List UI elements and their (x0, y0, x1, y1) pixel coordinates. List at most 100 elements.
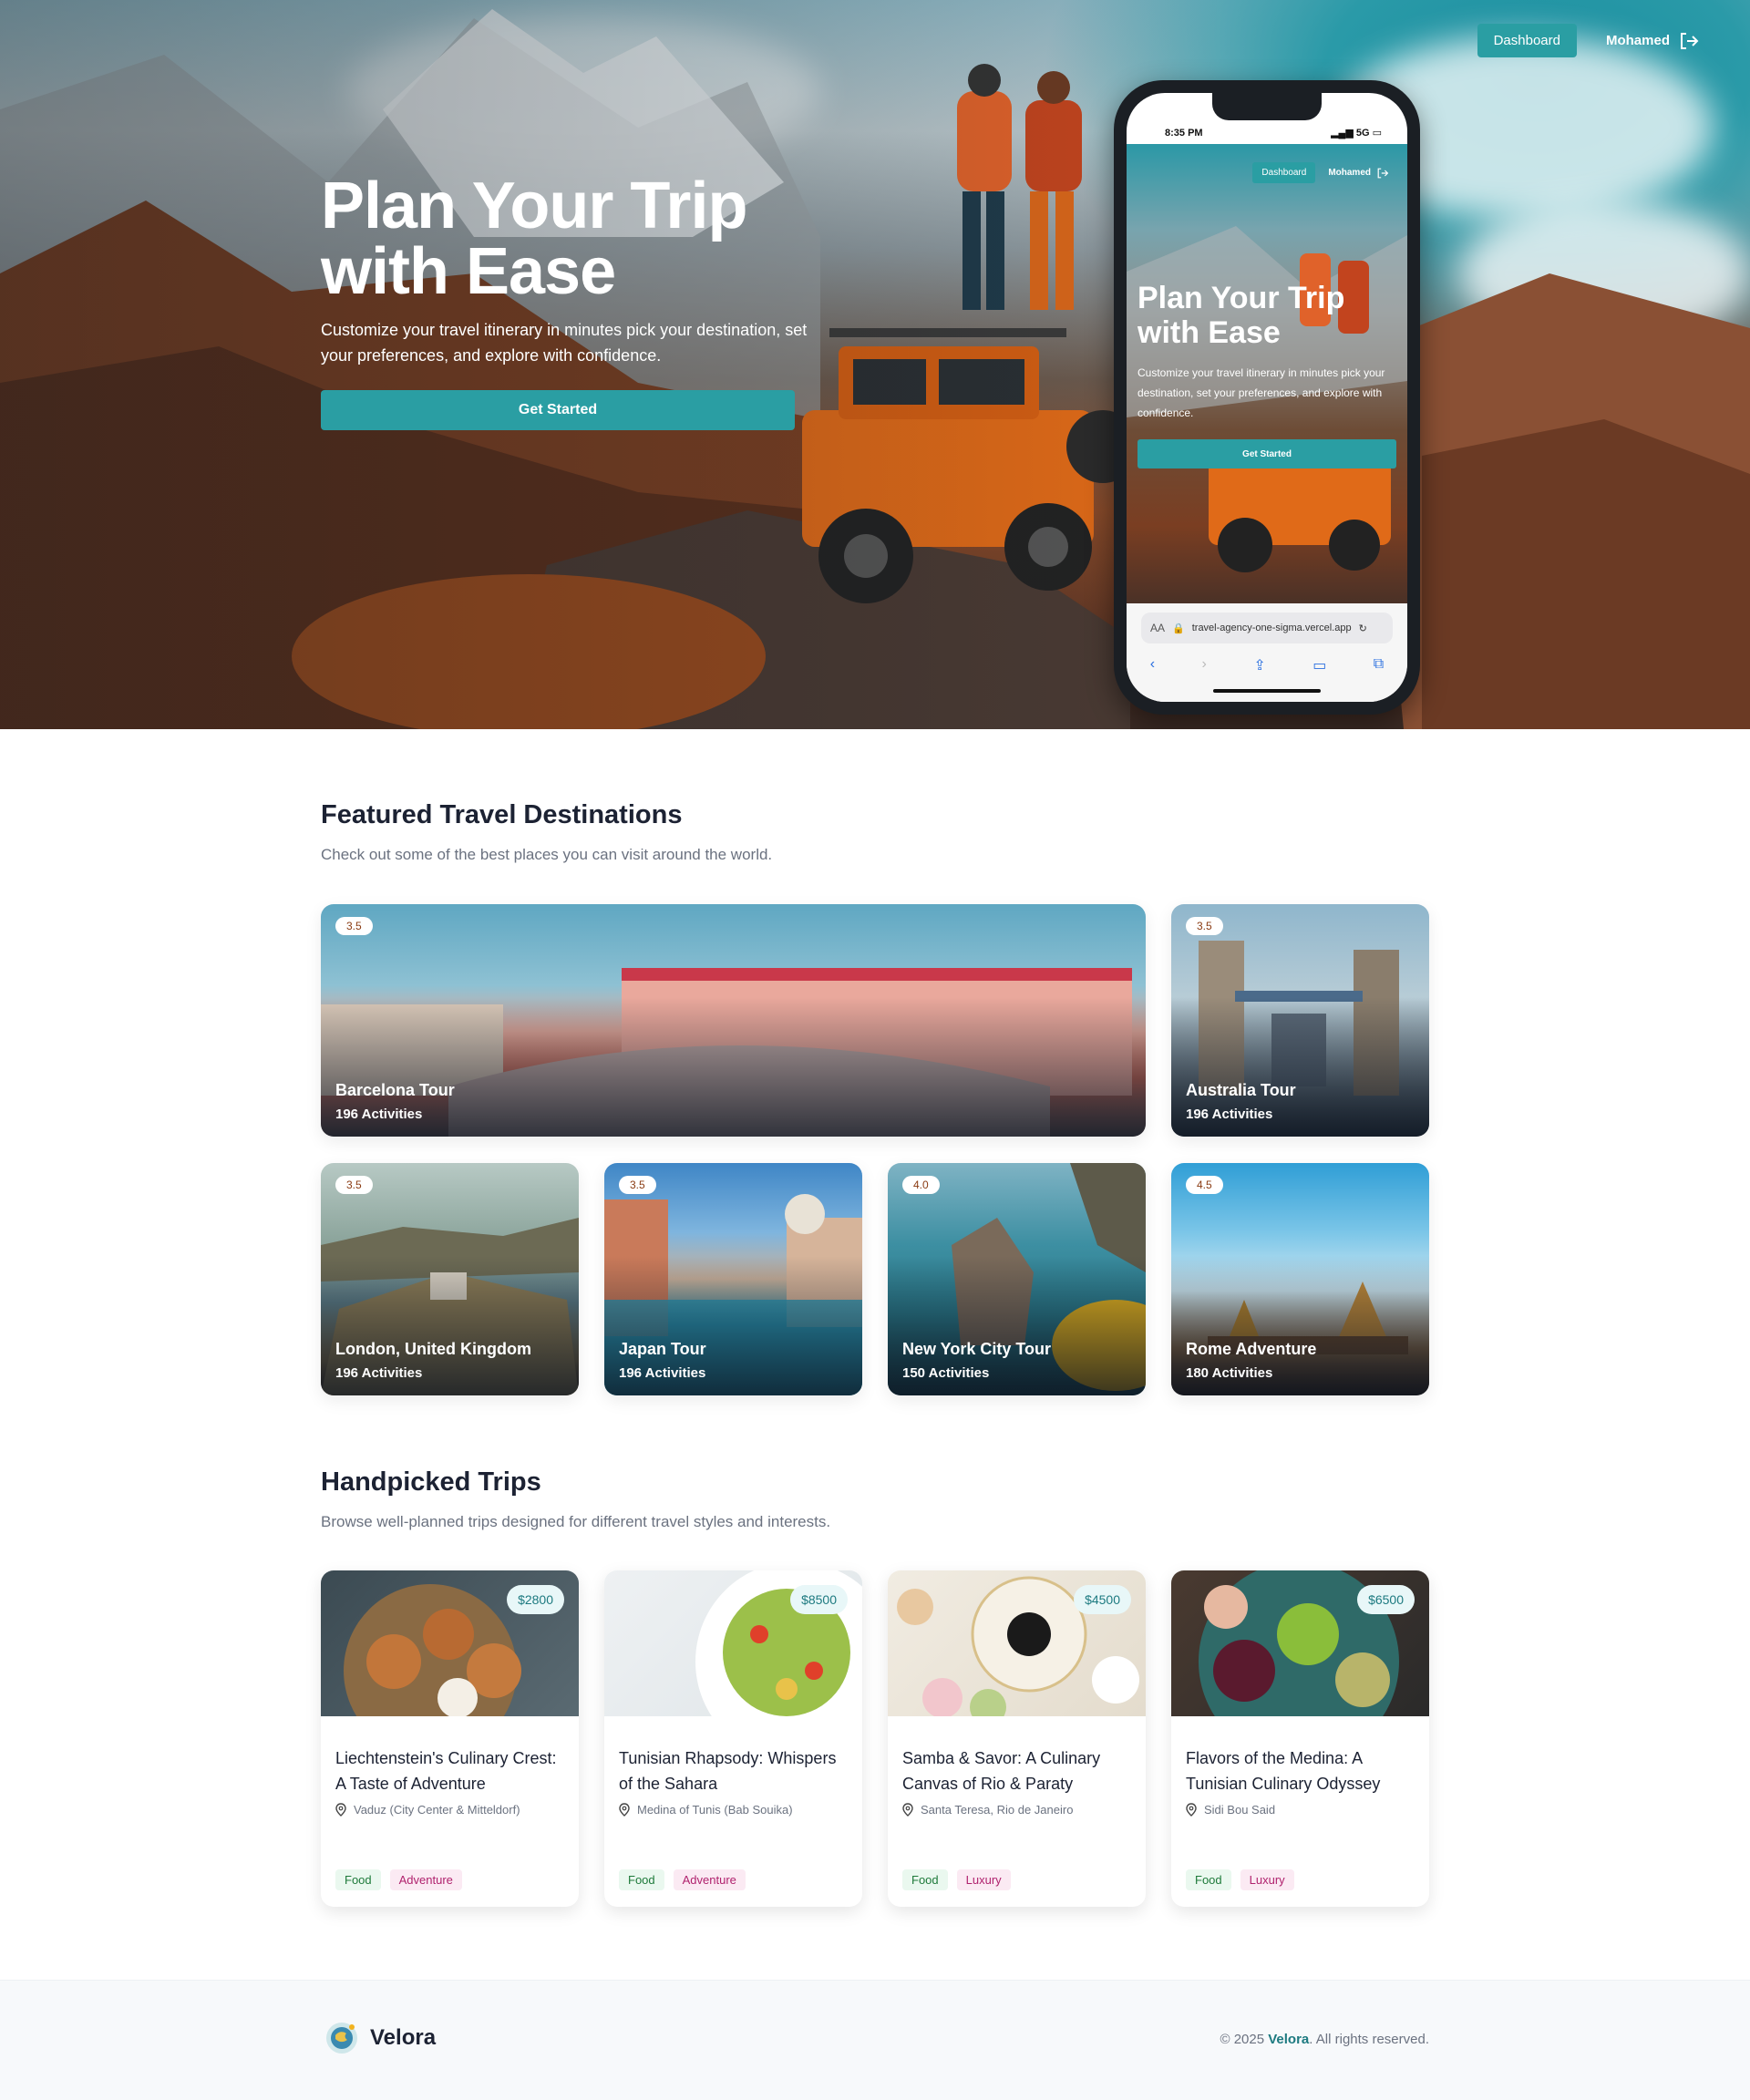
phone-user-name: Mohamed (1328, 168, 1371, 178)
trip-tags: Food Luxury (902, 1869, 1011, 1890)
tabs-icon[interactable]: ⧉ (1374, 656, 1384, 674)
tag-food: Food (1186, 1869, 1231, 1890)
rating-badge: 3.5 (335, 917, 373, 935)
user-logout-link[interactable]: Mohamed (1606, 32, 1699, 50)
trips-title: Handpicked Trips (321, 1467, 541, 1497)
destination-card[interactable]: 3.5 Australia Tour 196 Activities (1171, 904, 1429, 1137)
destination-activities: 180 Activities (1186, 1365, 1273, 1381)
tag-luxury: Luxury (956, 1869, 1011, 1890)
phone-hero-title: Plan Your Trip with Ease (1138, 281, 1345, 350)
destination-name: Australia Tour (1186, 1081, 1296, 1099)
location-pin-icon (902, 1803, 913, 1817)
trip-tags: Food Adventure (335, 1869, 462, 1890)
trip-title: Flavors of the Medina: A Tunisian Culina… (1186, 1749, 1381, 1793)
get-started-button[interactable]: Get Started (321, 390, 795, 430)
trip-card[interactable]: $4500 Samba & Savor: A Culinary Canvas o… (888, 1570, 1146, 1907)
home-indicator (1213, 689, 1321, 693)
destination-name: Barcelona Tour (335, 1081, 455, 1099)
trips-subtitle: Browse well-planned trips designed for d… (321, 1513, 831, 1530)
logout-icon (1377, 168, 1389, 178)
price-badge: $4500 (1074, 1585, 1131, 1614)
top-nav: Dashboard Mohamed (1477, 24, 1699, 57)
trip-tags: Food Luxury (1186, 1869, 1294, 1890)
featured-subtitle: Check out some of the best places you ca… (321, 846, 773, 863)
trip-title: Samba & Savor: A Culinary Canvas of Rio … (902, 1749, 1101, 1793)
destination-name: Rome Adventure (1186, 1340, 1317, 1358)
lock-icon: 🔒 (1172, 623, 1185, 634)
trip-image: $8500 (604, 1570, 862, 1716)
phone-user-link[interactable]: Mohamed (1328, 168, 1389, 179)
phone-browser-bar: AA 🔒 travel-agency-one-sigma.vercel.app … (1127, 603, 1407, 702)
destination-card[interactable]: 3.5 London, United Kingdom 196 Activitie… (321, 1163, 579, 1395)
featured-title: Featured Travel Destinations (321, 800, 683, 829)
tag-food: Food (335, 1869, 381, 1890)
copyright-suffix: . All rights reserved. (1309, 2032, 1429, 2047)
destination-activities: 150 Activities (902, 1365, 990, 1381)
phone-get-started-button[interactable]: Get Started (1138, 439, 1396, 468)
trip-title: Tunisian Rhapsody: Whispers of the Sahar… (619, 1749, 837, 1793)
share-icon[interactable]: ⇪ (1253, 656, 1265, 674)
rating-badge: 3.5 (619, 1176, 656, 1194)
bookmarks-icon[interactable]: ▭ (1312, 656, 1326, 674)
destination-card[interactable]: 3.5 Japan Tour 196 Activities (604, 1163, 862, 1395)
hero-section: Dashboard Mohamed Plan Your Trip with Ea… (0, 0, 1750, 729)
location-pin-icon (335, 1803, 346, 1817)
phone-time: 8:35 PM (1165, 128, 1203, 139)
trip-location-text: Vaduz (City Center & Mitteldorf) (354, 1803, 520, 1817)
phone-hero: Dashboard Mohamed Plan Your Trip with Ea… (1127, 144, 1407, 622)
destination-card[interactable]: 4.5 Rome Adventure 180 Activities (1171, 1163, 1429, 1395)
destination-activities: 196 Activities (335, 1107, 423, 1122)
trip-location: Sidi Bou Said (1186, 1803, 1275, 1817)
globe-logo-icon (326, 2023, 357, 2054)
phone-mockup: 8:35 PM ▂▄▆ 5G ▭ Dashboard Mohamed Plan … (1114, 80, 1420, 715)
text-size-icon[interactable]: AA (1150, 622, 1165, 634)
destination-card[interactable]: 4.0 New York City Tour 150 Activities (888, 1163, 1146, 1395)
destination-card[interactable]: 3.5 Barcelona Tour 196 Activities (321, 904, 1146, 1137)
trip-title: Liechtenstein's Culinary Crest: A Taste … (335, 1749, 557, 1793)
destination-name: Japan Tour (619, 1340, 706, 1358)
trip-location-text: Sidi Bou Said (1204, 1803, 1276, 1817)
forward-icon[interactable]: › (1202, 656, 1207, 674)
destination-activities: 196 Activities (619, 1365, 706, 1381)
phone-url-bar[interactable]: AA 🔒 travel-agency-one-sigma.vercel.app … (1141, 612, 1393, 643)
trip-location-text: Medina of Tunis (Bab Souika) (637, 1803, 793, 1817)
trip-tags: Food Adventure (619, 1869, 746, 1890)
rating-badge: 4.5 (1186, 1176, 1223, 1194)
tag-food: Food (902, 1869, 948, 1890)
trip-location: Vaduz (City Center & Mitteldorf) (335, 1803, 520, 1817)
back-icon[interactable]: ‹ (1150, 656, 1155, 674)
copyright-brand: Velora (1268, 2032, 1310, 2047)
brand-name: Velora (370, 2025, 437, 2050)
phone-hero-subtitle: Customize your travel itinerary in minut… (1138, 366, 1385, 419)
copyright: © 2025 Velora. All rights reserved. (1220, 2032, 1429, 2047)
price-badge: $8500 (790, 1585, 848, 1614)
tag-adventure: Adventure (389, 1869, 462, 1890)
trip-card[interactable]: $8500 Tunisian Rhapsody: Whispers of the… (604, 1570, 862, 1907)
location-pin-icon (1186, 1803, 1197, 1817)
footer: Velora © 2025 Velora. All rights reserve… (0, 1980, 1750, 2100)
price-badge: $6500 (1357, 1585, 1415, 1614)
hero-subtitle: Customize your travel itinerary in minut… (321, 321, 808, 365)
trip-card[interactable]: $2800 Liechtenstein's Culinary Crest: A … (321, 1570, 579, 1907)
trip-image: $4500 (888, 1570, 1146, 1716)
rating-badge: 3.5 (1186, 917, 1223, 935)
trip-location: Santa Teresa, Rio de Janeiro (902, 1803, 1073, 1817)
price-badge: $2800 (507, 1585, 564, 1614)
dashboard-button[interactable]: Dashboard (1477, 24, 1577, 57)
destination-activities: 196 Activities (335, 1365, 423, 1381)
location-pin-icon (619, 1803, 630, 1817)
phone-notch (1212, 93, 1322, 120)
tag-food: Food (619, 1869, 664, 1890)
trip-card[interactable]: $6500 Flavors of the Medina: A Tunisian … (1171, 1570, 1429, 1907)
hero-overlay (0, 0, 1750, 729)
trip-location: Medina of Tunis (Bab Souika) (619, 1803, 793, 1817)
tag-adventure: Adventure (673, 1869, 746, 1890)
copyright-prefix: © 2025 (1220, 2032, 1265, 2047)
phone-toolbar: ‹ › ⇪ ▭ ⧉ (1127, 656, 1407, 674)
reload-icon[interactable]: ↻ (1359, 623, 1367, 634)
rating-badge: 4.0 (902, 1176, 940, 1194)
phone-dashboard-button[interactable]: Dashboard (1252, 162, 1316, 183)
tag-luxury: Luxury (1240, 1869, 1294, 1890)
hero-title: Plan Your Trip with Ease (321, 170, 747, 308)
footer-brand[interactable]: Velora (324, 2021, 436, 2055)
